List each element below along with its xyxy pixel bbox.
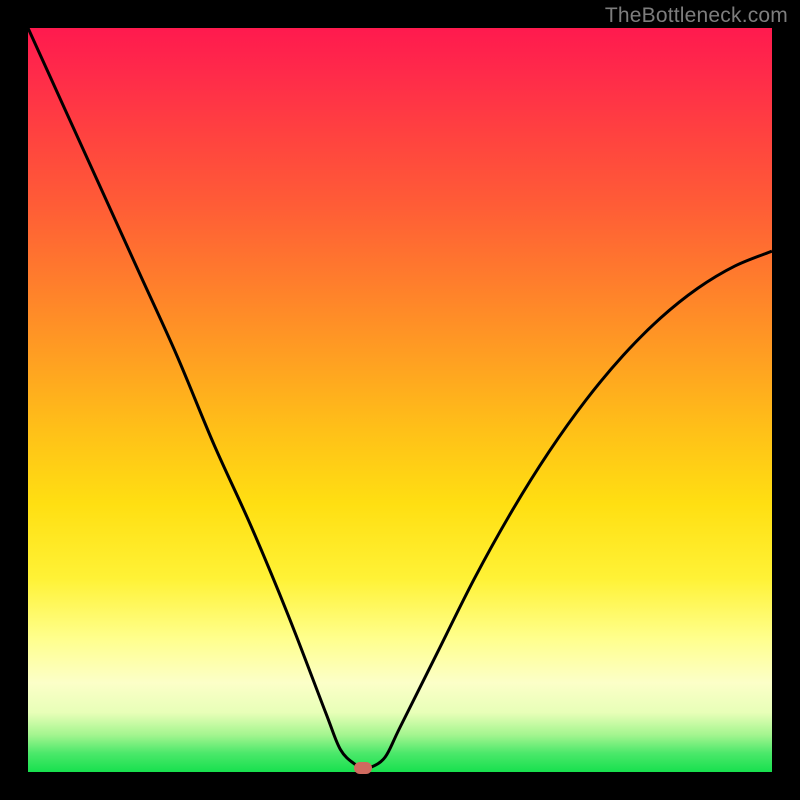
curve-path <box>28 28 772 768</box>
watermark-text: TheBottleneck.com <box>605 4 788 28</box>
optimal-marker <box>354 762 372 774</box>
bottleneck-curve <box>28 28 772 772</box>
plot-area <box>28 28 772 772</box>
chart-frame: TheBottleneck.com <box>0 0 800 800</box>
